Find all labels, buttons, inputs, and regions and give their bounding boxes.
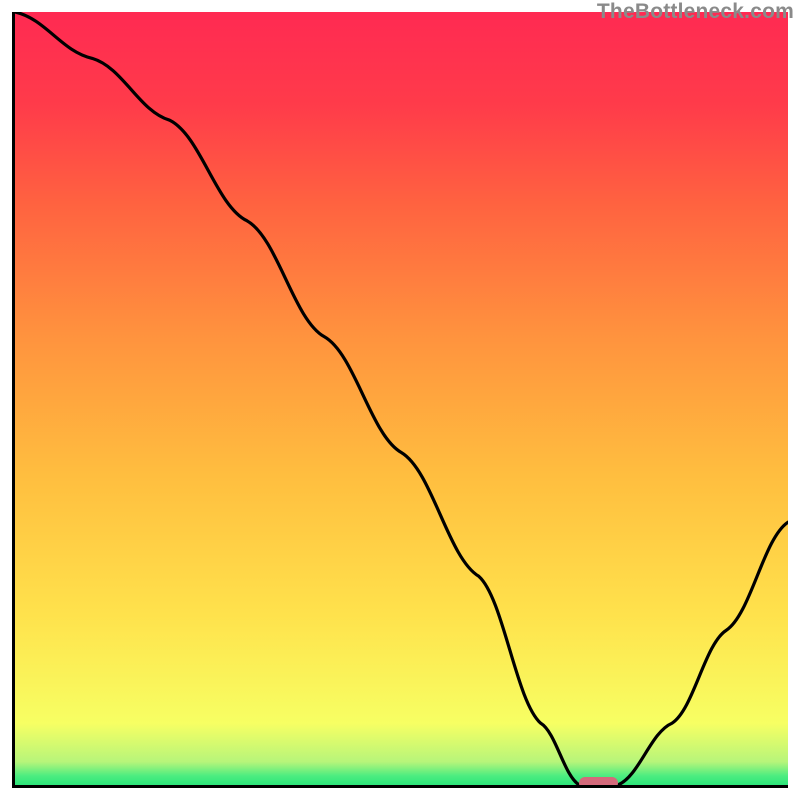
plot-area — [12, 12, 788, 788]
watermark-text: TheBottleneck.com — [597, 0, 794, 24]
chart-container: TheBottleneck.com — [0, 0, 800, 800]
line-curve — [15, 12, 788, 785]
optimal-marker — [579, 777, 618, 788]
